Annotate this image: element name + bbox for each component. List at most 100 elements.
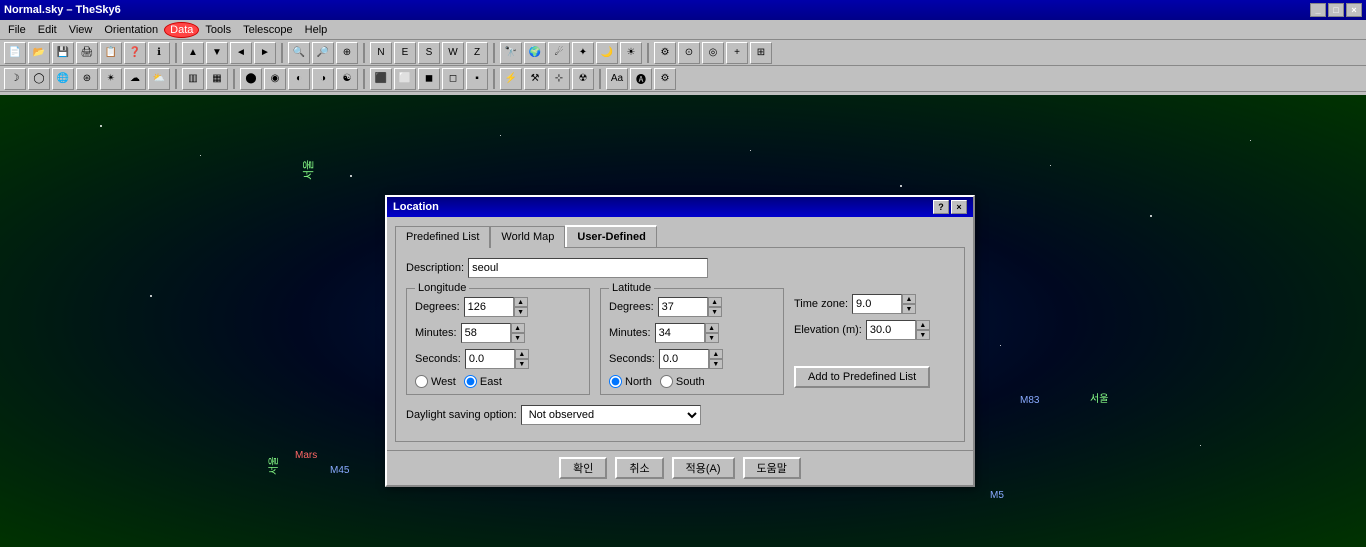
tb-more3[interactable]: ◎ xyxy=(702,42,724,64)
cancel-button[interactable]: 취소 xyxy=(615,457,663,479)
tb-planet6[interactable]: ☀ xyxy=(620,42,642,64)
tb2-10[interactable]: ⬤ xyxy=(240,68,262,90)
tb-s[interactable]: S xyxy=(418,42,440,64)
lon-degrees-down[interactable]: ▼ xyxy=(514,307,528,317)
description-input[interactable] xyxy=(468,258,708,278)
lat-degrees-down[interactable]: ▼ xyxy=(708,307,722,317)
tb2-17[interactable]: ◼ xyxy=(418,68,440,90)
tb2-14[interactable]: ☯ xyxy=(336,68,358,90)
lon-minutes-down[interactable]: ▼ xyxy=(511,333,525,343)
tb-zoom-in[interactable]: 🔍 xyxy=(288,42,310,64)
tb-e[interactable]: E xyxy=(394,42,416,64)
dialog-close-btn[interactable]: × xyxy=(951,200,967,214)
tb-7[interactable]: ℹ xyxy=(148,42,170,64)
tb-planet3[interactable]: ☄ xyxy=(548,42,570,64)
apply-button[interactable]: 적용(A) xyxy=(672,457,735,479)
tb-planet2[interactable]: 🌍 xyxy=(524,42,546,64)
tb-w[interactable]: W xyxy=(442,42,464,64)
lon-degrees-input[interactable] xyxy=(464,297,514,317)
add-predefined-button[interactable]: Add to Predefined List xyxy=(794,366,930,388)
tb2-15[interactable]: ⬛ xyxy=(370,68,392,90)
ok-button[interactable]: 확인 xyxy=(559,457,607,479)
tb2-22[interactable]: ⊹ xyxy=(548,68,570,90)
lat-south-radio[interactable] xyxy=(660,375,673,388)
menu-edit[interactable]: Edit xyxy=(32,22,63,38)
lat-north-label[interactable]: North xyxy=(609,375,652,388)
tb2-19[interactable]: ▪ xyxy=(466,68,488,90)
tb-save[interactable]: 💾 xyxy=(52,42,74,64)
lon-east-radio[interactable] xyxy=(464,375,477,388)
lat-seconds-down[interactable]: ▼ xyxy=(709,359,723,369)
dialog-help-btn[interactable]: ? xyxy=(933,200,949,214)
lon-minutes-up[interactable]: ▲ xyxy=(511,323,525,333)
tb-more1[interactable]: ⚙ xyxy=(654,42,676,64)
tb-zoom-fit[interactable]: ⊕ xyxy=(336,42,358,64)
tb-down[interactable]: ▼ xyxy=(206,42,228,64)
tb2-16[interactable]: ⬜ xyxy=(394,68,416,90)
tb-up[interactable]: ▲ xyxy=(182,42,204,64)
elevation-up[interactable]: ▲ xyxy=(916,320,930,330)
lon-degrees-up[interactable]: ▲ xyxy=(514,297,528,307)
tb2-18[interactable]: ◻ xyxy=(442,68,464,90)
tb2-9[interactable]: ▦ xyxy=(206,68,228,90)
tab-predefined-list[interactable]: Predefined List xyxy=(395,226,490,248)
lon-east-label[interactable]: East xyxy=(464,375,502,388)
tb2-25[interactable]: 🅐 xyxy=(630,68,652,90)
tb2-23[interactable]: ☢ xyxy=(572,68,594,90)
menu-view[interactable]: View xyxy=(63,22,99,38)
lon-seconds-input[interactable] xyxy=(465,349,515,369)
tb-planet1[interactable]: 🔭 xyxy=(500,42,522,64)
menu-tools[interactable]: Tools xyxy=(199,22,237,38)
tb2-2[interactable]: ◯ xyxy=(28,68,50,90)
tb2-3[interactable]: 🌐 xyxy=(52,68,74,90)
lat-seconds-input[interactable] xyxy=(659,349,709,369)
tb2-21[interactable]: ⚒ xyxy=(524,68,546,90)
timezone-up[interactable]: ▲ xyxy=(902,294,916,304)
tb2-4[interactable]: ⊛ xyxy=(76,68,98,90)
restore-button[interactable]: □ xyxy=(1328,3,1344,17)
tb2-26[interactable]: ⚙ xyxy=(654,68,676,90)
menu-telescope[interactable]: Telescope xyxy=(237,22,299,38)
tb2-5[interactable]: ✴ xyxy=(100,68,122,90)
lat-minutes-up[interactable]: ▲ xyxy=(705,323,719,333)
tb-6[interactable]: ❓ xyxy=(124,42,146,64)
tb-left[interactable]: ◄ xyxy=(230,42,252,64)
lon-seconds-up[interactable]: ▲ xyxy=(515,349,529,359)
tb2-1[interactable]: ☽ xyxy=(4,68,26,90)
tb-new[interactable]: 📄 xyxy=(4,42,26,64)
daylight-select[interactable]: Not observed US rules European rules xyxy=(521,405,701,425)
tb-5[interactable]: 📋 xyxy=(100,42,122,64)
lon-west-label[interactable]: West xyxy=(415,375,456,388)
tb2-12[interactable]: ◐ xyxy=(288,68,310,90)
elevation-input[interactable] xyxy=(866,320,916,340)
tb2-8[interactable]: ▥ xyxy=(182,68,204,90)
tb2-6[interactable]: ☁ xyxy=(124,68,146,90)
tab-world-map[interactable]: World Map xyxy=(490,226,565,248)
tab-user-defined[interactable]: User-Defined xyxy=(565,225,656,247)
lat-minutes-down[interactable]: ▼ xyxy=(705,333,719,343)
tb2-11[interactable]: ◉ xyxy=(264,68,286,90)
tb-zoom-out[interactable]: 🔎 xyxy=(312,42,334,64)
tb2-24[interactable]: Aa xyxy=(606,68,628,90)
tb-planet5[interactable]: 🌙 xyxy=(596,42,618,64)
lon-seconds-down[interactable]: ▼ xyxy=(515,359,529,369)
lat-degrees-up[interactable]: ▲ xyxy=(708,297,722,307)
tb-more5[interactable]: ⊞ xyxy=(750,42,772,64)
elevation-down[interactable]: ▼ xyxy=(916,330,930,340)
tb-more4[interactable]: + xyxy=(726,42,748,64)
tb-right[interactable]: ► xyxy=(254,42,276,64)
tb-more2[interactable]: ⊙ xyxy=(678,42,700,64)
lat-degrees-input[interactable] xyxy=(658,297,708,317)
tb2-7[interactable]: ⛅ xyxy=(148,68,170,90)
lon-minutes-input[interactable] xyxy=(461,323,511,343)
timezone-down[interactable]: ▼ xyxy=(902,304,916,314)
tb-planet4[interactable]: ✦ xyxy=(572,42,594,64)
lat-north-radio[interactable] xyxy=(609,375,622,388)
minimize-button[interactable]: _ xyxy=(1310,3,1326,17)
menu-file[interactable]: File xyxy=(2,22,32,38)
help-button[interactable]: 도움말 xyxy=(743,457,801,479)
tb-zen[interactable]: Z xyxy=(466,42,488,64)
lat-south-label[interactable]: South xyxy=(660,375,705,388)
menu-orientation[interactable]: Orientation xyxy=(98,22,164,38)
tb2-20[interactable]: ⚡ xyxy=(500,68,522,90)
